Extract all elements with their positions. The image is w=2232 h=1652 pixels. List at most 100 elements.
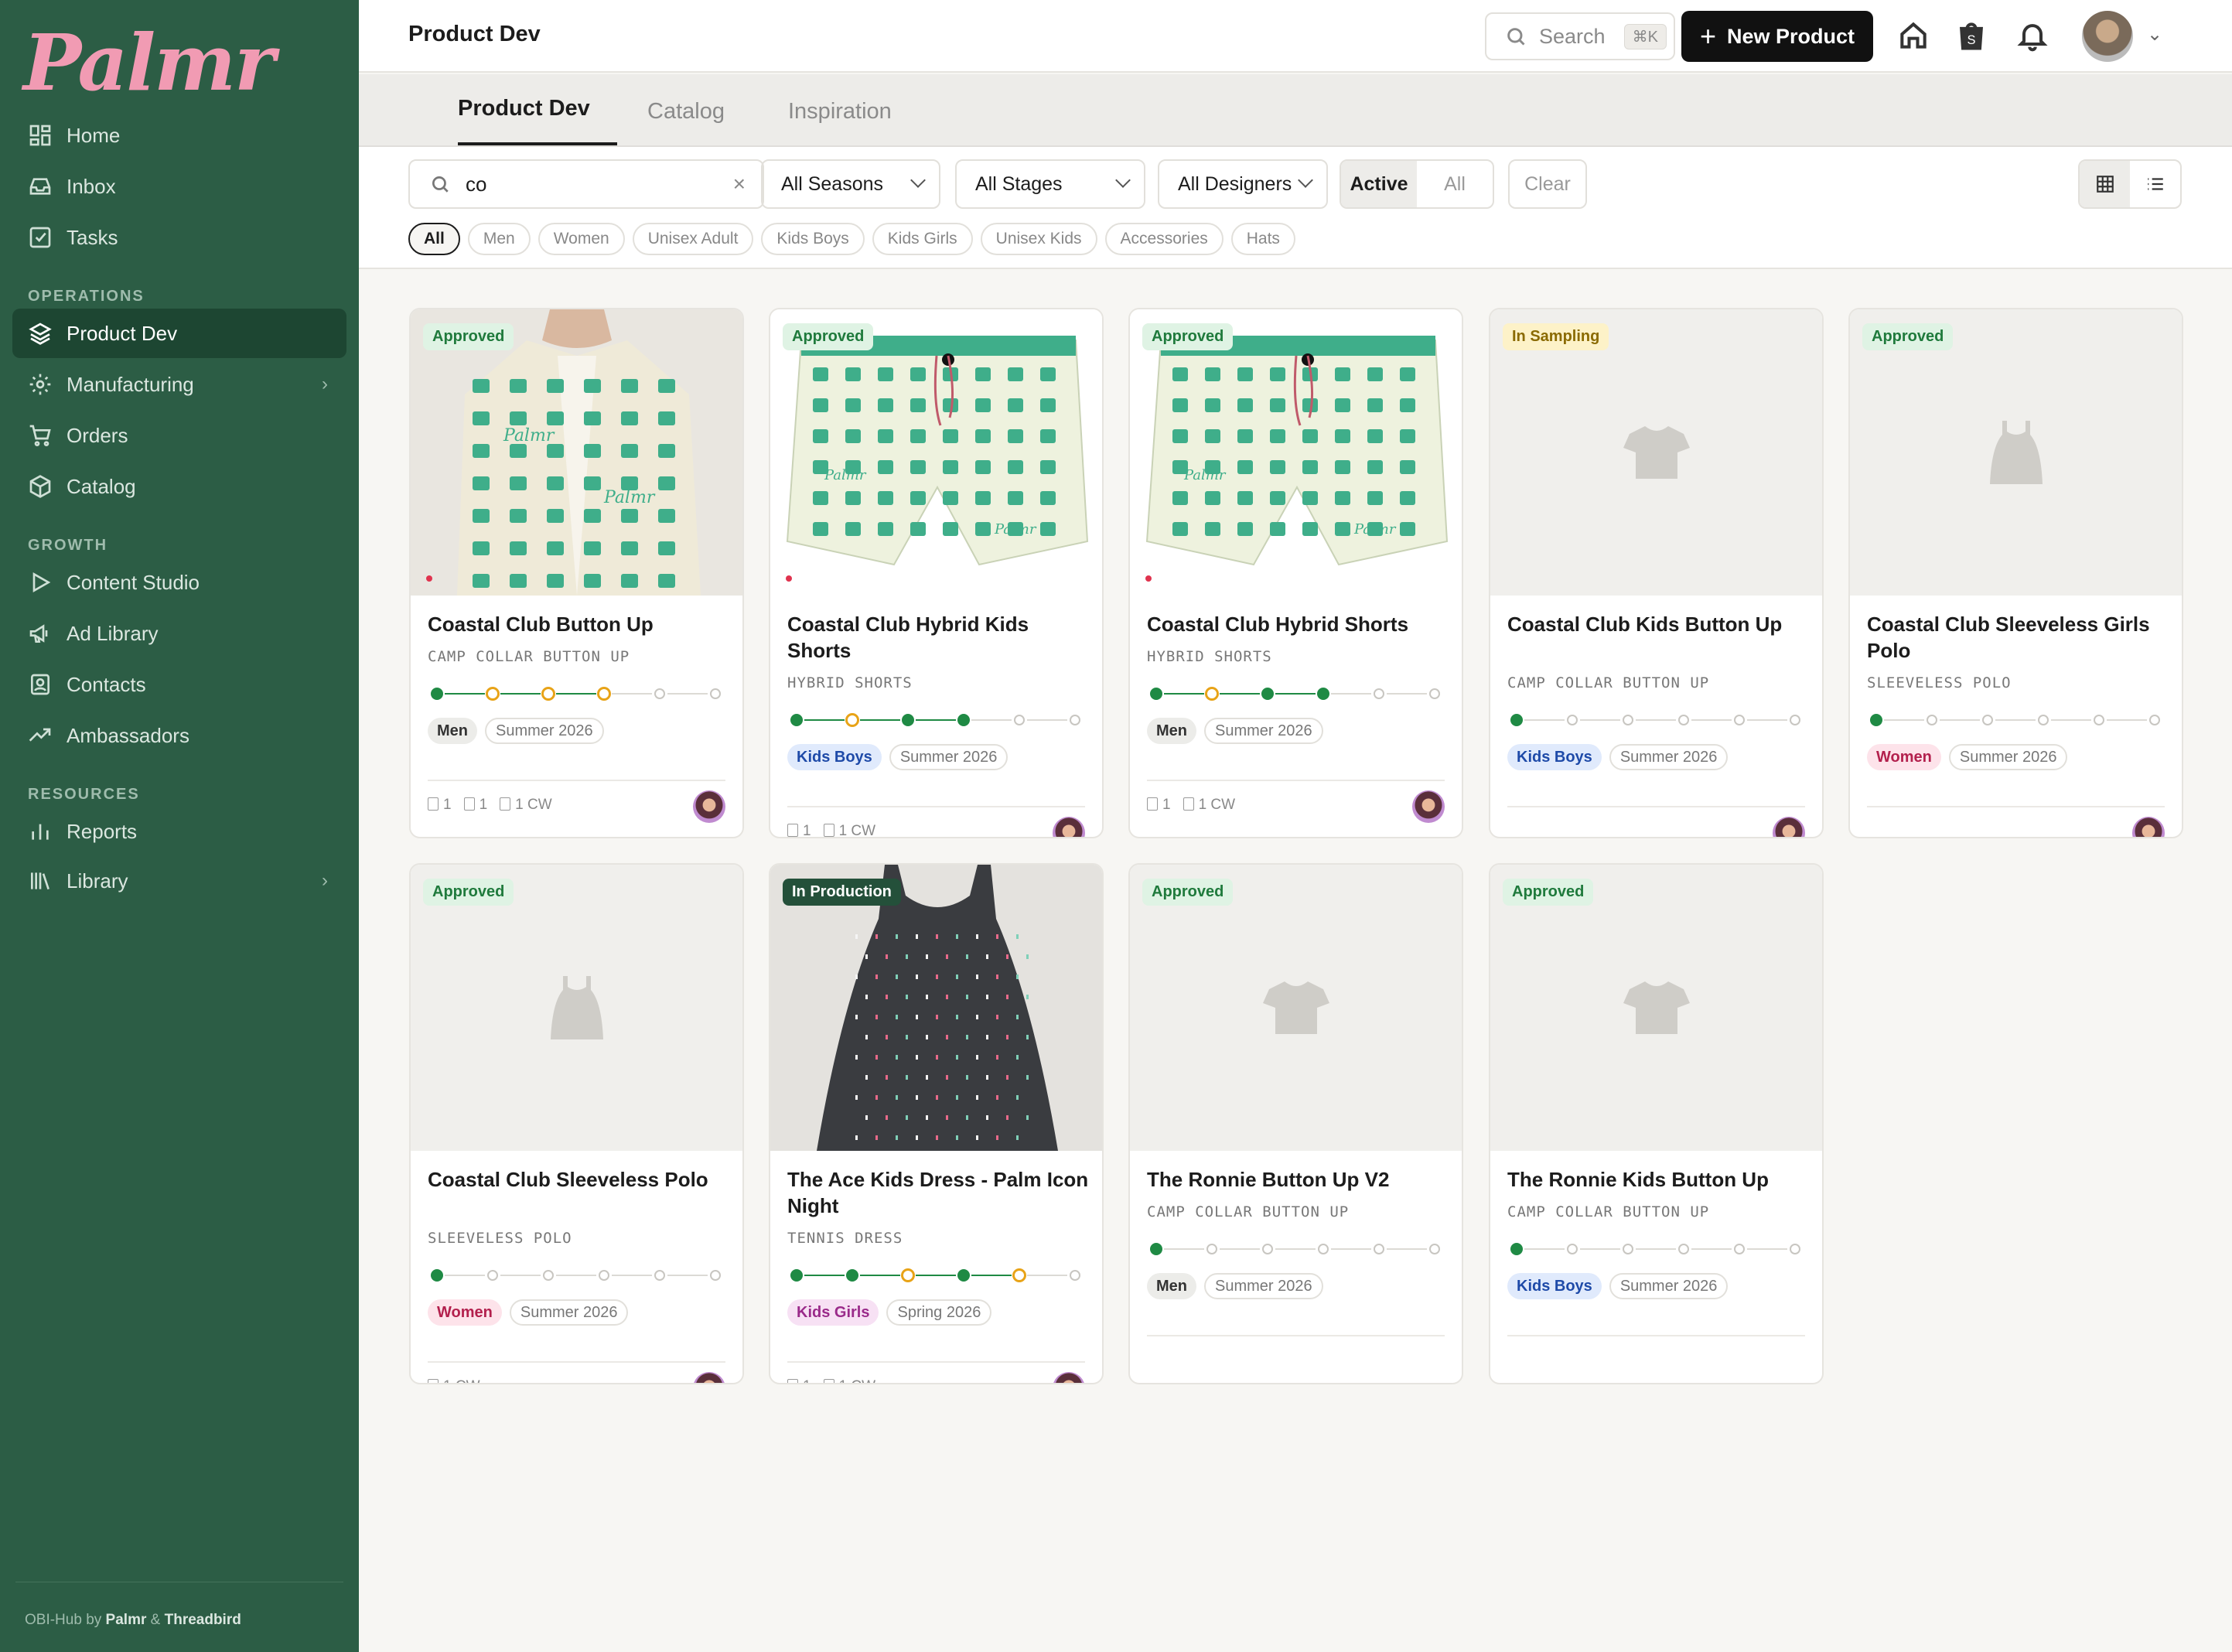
- sidebar-item-content-studio[interactable]: Content Studio: [12, 558, 346, 607]
- sidebar-item-label: Ambassadors: [67, 723, 189, 747]
- product-card[interactable]: Palmr Palmr Approved Coastal Club Button Up…: [409, 308, 744, 838]
- season-tag: Summer 2026: [1609, 1273, 1729, 1299]
- product-tags: Women Summer 2026: [1867, 744, 2068, 770]
- checkbox-icon: [428, 797, 439, 811]
- product-name[interactable]: The Ronnie Button Up V2: [1147, 1166, 1449, 1193]
- season-tag: Summer 2026: [1609, 744, 1729, 770]
- sidebar-item-orders[interactable]: Orders: [12, 411, 346, 460]
- product-name[interactable]: Coastal Club Hybrid Shorts: [1147, 611, 1449, 637]
- checkbox-icon: [29, 227, 51, 248]
- sidebar-item-label: Manufacturing: [67, 372, 194, 396]
- sidebar-item-ad-library[interactable]: Ad Library: [12, 609, 346, 658]
- tab-inspiration[interactable]: Inspiration: [788, 99, 892, 125]
- sidebar-item-catalog[interactable]: Catalog: [12, 462, 346, 511]
- clear-filters-button[interactable]: Clear: [1508, 159, 1587, 209]
- product-tags: Women Summer 2026: [428, 1299, 629, 1326]
- chip-women[interactable]: Women: [538, 223, 625, 255]
- product-type: CAMP COLLAR BUTTON UP: [428, 648, 630, 665]
- stage-tracker: [431, 687, 721, 701]
- designer-avatar[interactable]: [1053, 817, 1085, 837]
- stage-tracker: [431, 1269, 721, 1282]
- sidebar-item-tasks[interactable]: Tasks: [12, 213, 346, 262]
- topbar: Product Dev: [359, 0, 2232, 73]
- sidebar-item-product-dev[interactable]: Product Dev: [12, 309, 346, 358]
- designer-avatar[interactable]: [693, 1372, 725, 1383]
- sidebar-item-reports[interactable]: Reports: [12, 807, 346, 856]
- product-card[interactable]: In Production The Ace Kids Dress - Palm I…: [769, 863, 1104, 1384]
- document-icon: [787, 824, 798, 837]
- shirt-placeholder-icon: [1623, 981, 1690, 1034]
- product-name[interactable]: Coastal Club Hybrid Kids Shorts: [787, 611, 1089, 664]
- page-title: Product Dev: [408, 22, 541, 46]
- global-search[interactable]: Search ⌘K: [1485, 12, 1675, 60]
- product-card[interactable]: Palmr Palmr Approved Coastal Club Hybrid Sh…: [1128, 308, 1463, 838]
- new-product-button[interactable]: + New Product: [1681, 11, 1873, 62]
- product-name[interactable]: The Ace Kids Dress - Palm Icon Night: [787, 1166, 1089, 1219]
- chip-unisex-kids[interactable]: Unisex Kids: [980, 223, 1097, 255]
- card-divider: [1147, 780, 1445, 781]
- designer-avatar[interactable]: [1412, 790, 1445, 823]
- chip-men[interactable]: Men: [467, 223, 531, 255]
- designer-avatar[interactable]: [1773, 817, 1805, 837]
- seasons-dropdown[interactable]: All Seasons: [761, 159, 940, 209]
- tab-product-dev[interactable]: Product Dev: [458, 96, 590, 121]
- alert-dot: [1145, 575, 1152, 582]
- chip-unisex-adult[interactable]: Unisex Adult: [632, 223, 754, 255]
- product-name[interactable]: Coastal Club Kids Button Up: [1507, 611, 1809, 637]
- tab-catalog[interactable]: Catalog: [647, 99, 725, 125]
- chevron-down-icon[interactable]: ⌄: [2147, 23, 2162, 46]
- product-name[interactable]: Coastal Club Button Up: [428, 611, 729, 637]
- sidebar-item-manufacturing[interactable]: Manufacturing ›: [12, 360, 346, 409]
- product-card[interactable]: Approved The Ronnie Button Up V2 CAMP COLL…: [1128, 863, 1463, 1384]
- grid-view-button[interactable]: [2080, 161, 2130, 207]
- all-option[interactable]: All: [1417, 161, 1493, 207]
- search-shortcut: ⌘K: [1623, 23, 1667, 49]
- bell-icon[interactable]: [2015, 19, 2049, 53]
- product-type: CAMP COLLAR BUTTON UP: [1507, 1203, 1710, 1220]
- document-icon: [428, 1379, 439, 1383]
- chip-all[interactable]: All: [408, 223, 460, 255]
- product-image: Palmr Palmr: [1130, 309, 1462, 596]
- designer-avatar[interactable]: [2132, 817, 2165, 837]
- task-count: 1: [428, 797, 452, 814]
- sidebar-item-home[interactable]: Home: [12, 111, 346, 160]
- palmr-logo[interactable]: Palmr: [23, 17, 275, 108]
- product-name[interactable]: Coastal Club Sleeveless Polo: [428, 1166, 729, 1193]
- alert-dot: [786, 575, 792, 582]
- box-icon: [29, 475, 51, 498]
- sidebar-item-contacts[interactable]: Contacts: [12, 660, 346, 709]
- product-name[interactable]: The Ronnie Kids Button Up: [1507, 1166, 1809, 1193]
- designers-dropdown[interactable]: All Designers: [1158, 159, 1328, 209]
- svg-text:Palmr: Palmr: [1183, 467, 1227, 483]
- category-chips: All Men Women Unisex Adult Kids Boys Kids Gir…: [408, 223, 1295, 255]
- attachment-counts: 11 1 CW: [428, 797, 552, 814]
- sidebar-item-library[interactable]: Library ›: [12, 856, 346, 906]
- shopify-bag-icon[interactable]: S: [1954, 19, 1988, 53]
- designer-avatar[interactable]: [693, 790, 725, 823]
- product-card[interactable]: Approved Coastal Club Sleeveless Girls Po…: [1848, 308, 2183, 838]
- chip-kids-boys[interactable]: Kids Boys: [761, 223, 865, 255]
- active-option[interactable]: Active: [1341, 161, 1417, 207]
- product-image: Palmr Palmr: [411, 309, 742, 596]
- card-divider: [428, 780, 725, 781]
- sidebar-item-inbox[interactable]: Inbox: [12, 162, 346, 211]
- list-view-button[interactable]: [2130, 161, 2180, 207]
- product-card[interactable]: In Sampling Coastal Club Kids Button Up CA…: [1489, 308, 1824, 838]
- chip-kids-girls[interactable]: Kids Girls: [872, 223, 973, 255]
- home-icon[interactable]: [1896, 19, 1930, 53]
- product-name[interactable]: Coastal Club Sleeveless Girls Polo: [1867, 611, 2169, 664]
- product-search-input[interactable]: co ×: [408, 159, 764, 209]
- shorts-photo: Palmr Palmr: [1130, 309, 1462, 596]
- product-card[interactable]: Approved Coastal Club Sleeveless Polo SLEE…: [409, 863, 744, 1384]
- user-avatar[interactable]: [2082, 11, 2133, 62]
- document-icon: [787, 1379, 798, 1383]
- sidebar-item-ambassadors[interactable]: Ambassadors: [12, 711, 346, 760]
- clear-search-icon[interactable]: ×: [733, 172, 746, 196]
- product-card[interactable]: Palmr Palmr Approved Coastal Club Hybrid Ki…: [769, 308, 1104, 838]
- designer-avatar[interactable]: [1053, 1372, 1085, 1383]
- product-card[interactable]: Approved The Ronnie Kids Button Up CAMP CO…: [1489, 863, 1824, 1384]
- chip-hats[interactable]: Hats: [1230, 223, 1295, 255]
- chip-accessories[interactable]: Accessories: [1104, 223, 1224, 255]
- view-toggle: [2078, 159, 2182, 209]
- stages-dropdown[interactable]: All Stages: [955, 159, 1145, 209]
